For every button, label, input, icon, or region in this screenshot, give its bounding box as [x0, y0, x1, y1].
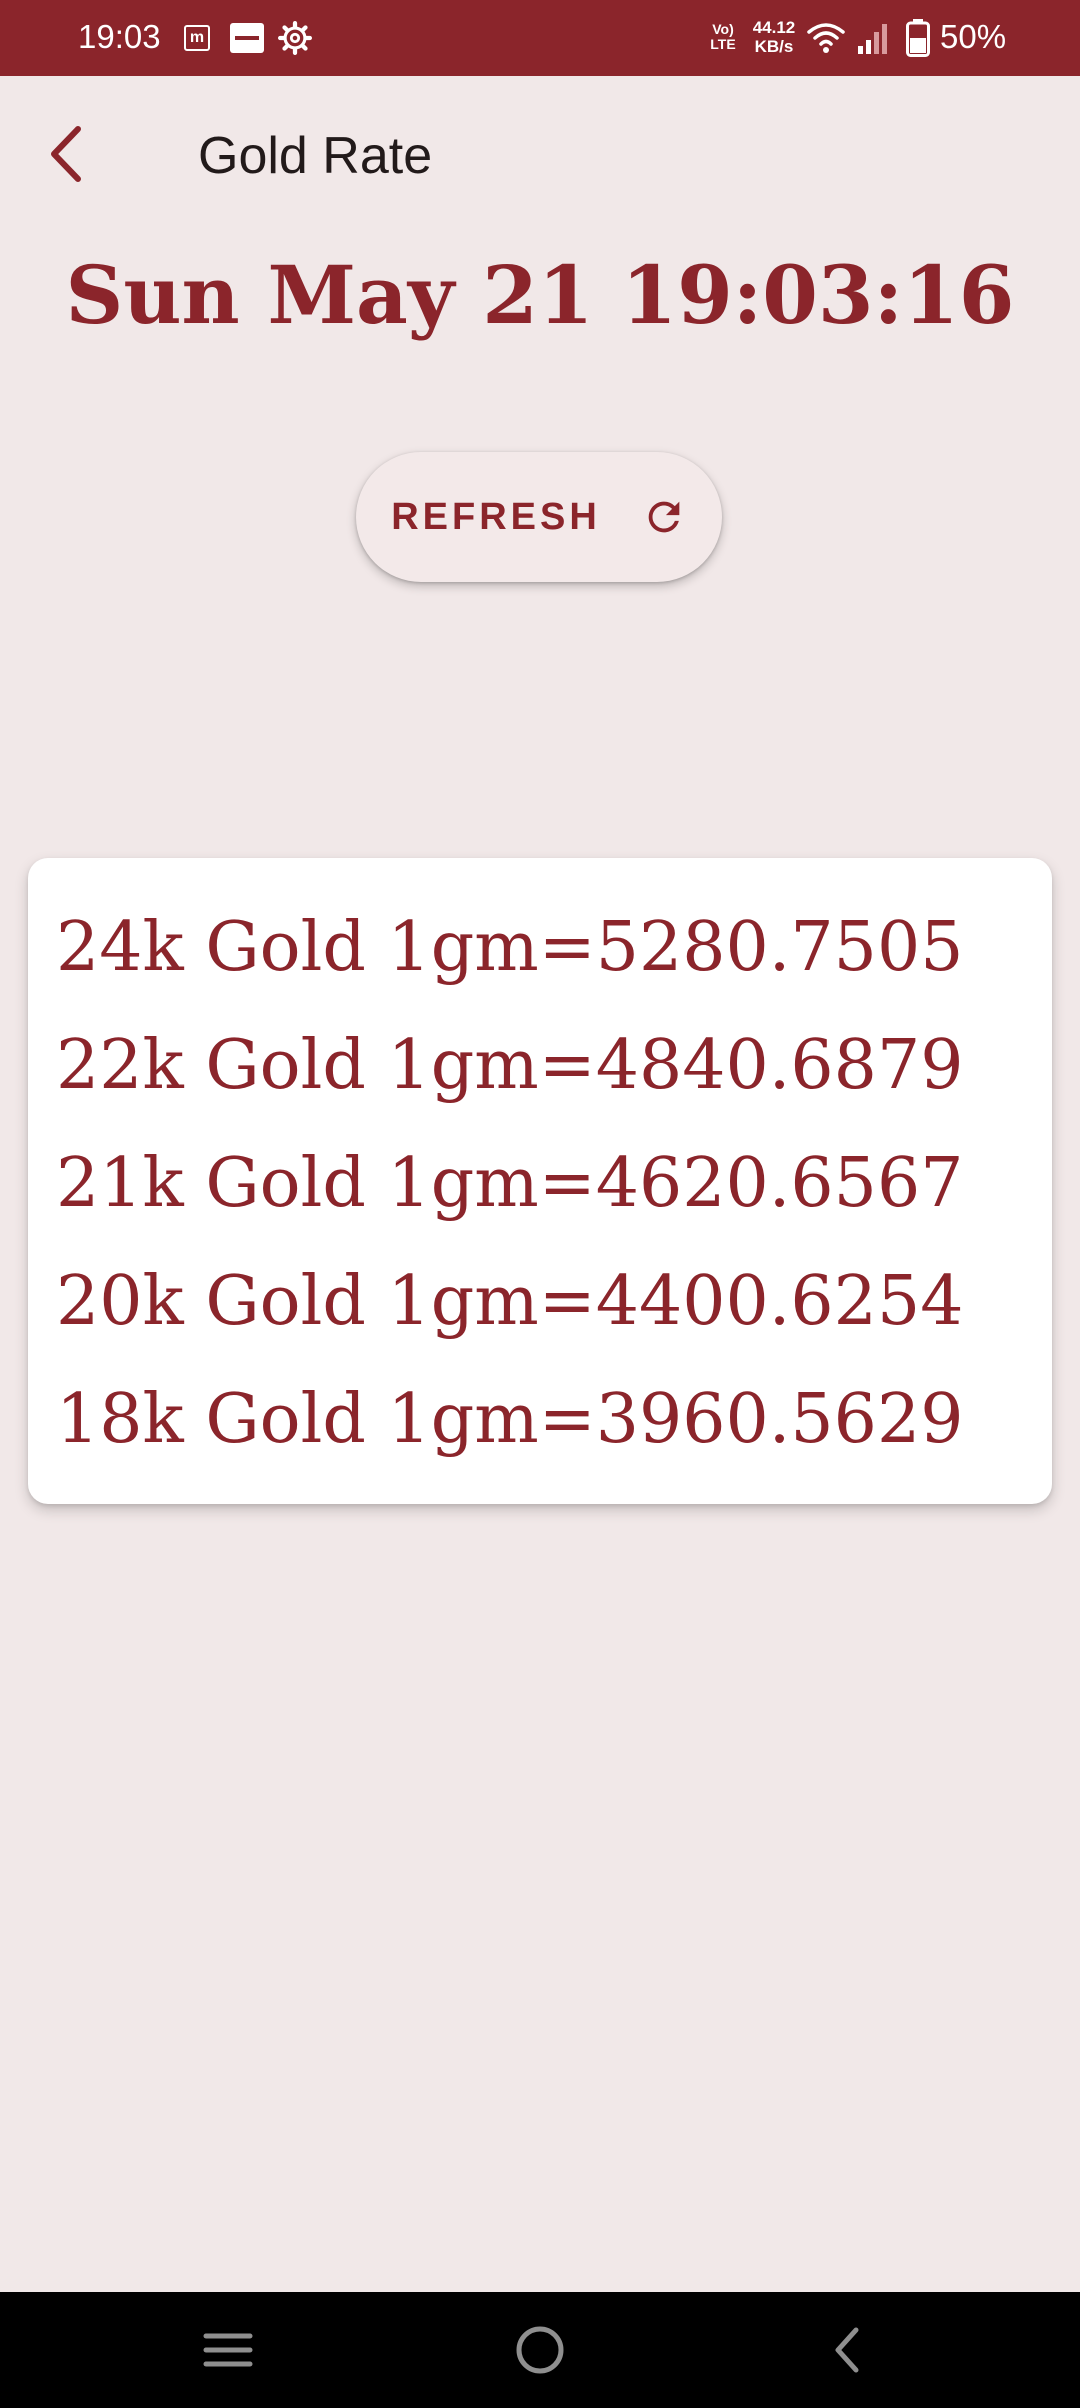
status-time: 19:03: [78, 18, 161, 55]
refresh-button[interactable]: REFRESH: [356, 452, 722, 582]
rate-item-21k: 21k Gold 1gm=4620.6567: [56, 1144, 964, 1223]
battery-icon: [906, 19, 930, 57]
status-bar: 19:03 m Vo) LTE 44.12 KB/s 50%: [0, 0, 1080, 76]
back-button[interactable]: [34, 118, 98, 190]
gear-icon: [278, 21, 312, 55]
rate-item-18k: 18k Gold 1gm=3960.5629: [56, 1380, 964, 1459]
volte-line1: Vo): [712, 21, 734, 37]
page-title: Gold Rate: [198, 127, 433, 185]
rate-item-22k: 22k Gold 1gm=4840.6879: [56, 1026, 964, 1105]
m-app-icon: m: [184, 25, 210, 51]
menu-icon[interactable]: [198, 2320, 258, 2380]
refresh-icon: [648, 501, 680, 533]
wifi-icon: [807, 23, 845, 53]
volte-icon: Vo) LTE: [706, 22, 740, 54]
chevron-left-icon: [51, 126, 81, 182]
battery-percentage: 50%: [940, 18, 1007, 55]
refresh-label: REFRESH: [391, 495, 601, 538]
home-icon[interactable]: [510, 2320, 570, 2380]
speed-unit: KB/s: [754, 37, 794, 56]
rate-list: 24k Gold 1gm=5280.7505 22k Gold 1gm=4840…: [56, 898, 963, 1488]
navigation-bar: [0, 2292, 1080, 2408]
volte-line2: LTE: [710, 36, 736, 52]
rates-card: 24k Gold 1gm=5280.7505 22k Gold 1gm=4840…: [28, 858, 1052, 1504]
current-datetime: Sun May 21 19:03:16: [65, 248, 1015, 342]
signal-icon: [858, 24, 887, 54]
zomato-icon: [230, 23, 264, 53]
speed-value: 44.12: [752, 18, 796, 37]
back-icon[interactable]: [818, 2320, 878, 2380]
rate-item-24k: 24k Gold 1gm=5280.7505: [56, 908, 964, 987]
rate-item-20k: 20k Gold 1gm=4400.6254: [56, 1262, 964, 1341]
network-speed: 44.12 KB/s: [748, 18, 800, 56]
